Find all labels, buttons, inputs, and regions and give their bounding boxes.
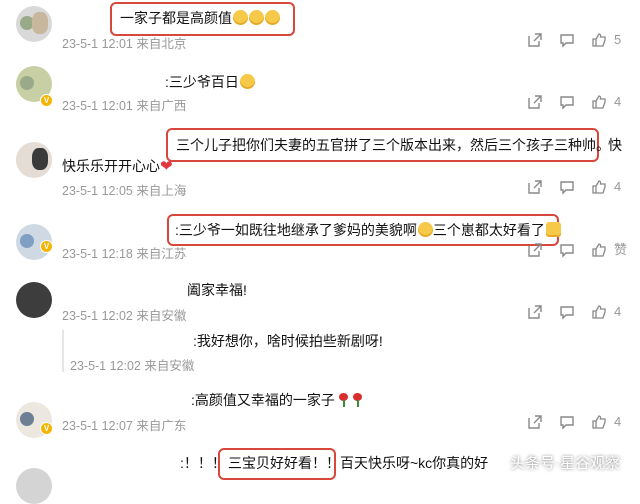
- share-icon[interactable]: [527, 304, 543, 320]
- thumbs-up-emoji-icon: [545, 222, 561, 237]
- smile-emoji-icon: [265, 10, 280, 25]
- verified-badge-icon: V: [40, 94, 53, 107]
- share-icon[interactable]: [527, 179, 543, 195]
- comment-icon[interactable]: [559, 242, 575, 258]
- comment-icon[interactable]: [559, 32, 575, 48]
- heart-eyes-emoji-icon: [417, 222, 433, 237]
- comment-text: :三少爷百日: [165, 72, 255, 92]
- comment-meta: 23-5-1 12:02 来自安徽: [62, 309, 187, 323]
- comment-text-suffix: 百天快乐呀~kc你真的好: [340, 455, 489, 471]
- like-count: 4: [614, 179, 622, 194]
- comment-meta: 23-5-1 12:01 来自北京: [62, 37, 187, 51]
- thumbs-up-icon[interactable]: [591, 414, 607, 430]
- rose-emoji-icon: [338, 393, 349, 407]
- comment-actions: 4: [527, 414, 637, 432]
- like-label: 赞: [614, 242, 628, 257]
- rose-emoji-icon: [352, 393, 363, 407]
- comment-text: 三宝贝好好看！！: [228, 455, 340, 471]
- thumbs-up-icon[interactable]: [591, 242, 607, 258]
- share-icon[interactable]: [527, 32, 543, 48]
- watermark: 头条号·星谷观察: [510, 455, 620, 472]
- thumbs-up-icon[interactable]: [591, 32, 607, 48]
- comment-meta: 23-5-1 12:05 来自上海: [62, 184, 187, 198]
- comment-actions: 赞: [527, 242, 637, 260]
- avatar[interactable]: [16, 468, 52, 504]
- share-icon[interactable]: [527, 414, 543, 430]
- thumbs-up-icon[interactable]: [591, 94, 607, 110]
- share-icon[interactable]: [527, 242, 543, 258]
- smile-emoji-icon: [233, 10, 248, 25]
- like-count: 4: [614, 94, 622, 109]
- smile-emoji-icon: [249, 10, 264, 25]
- comment-text: :三少爷一如既往地继承了爹妈的美貌啊 三个崽都太好看了: [175, 220, 561, 240]
- like-count: 4: [614, 414, 622, 429]
- comment-text: 阖家幸福!: [187, 282, 247, 298]
- comment-icon[interactable]: [559, 414, 575, 430]
- comment-actions: 4: [527, 304, 637, 322]
- comment-actions: 4: [527, 179, 637, 197]
- comment-actions: 4: [527, 94, 637, 112]
- comment-text-tail: 快: [608, 137, 622, 153]
- comment-text-line2: 快乐乐开开心心❤: [62, 158, 173, 175]
- comment-icon[interactable]: [559, 179, 575, 195]
- thumbs-up-icon[interactable]: [591, 304, 607, 320]
- verified-badge-icon: V: [40, 240, 53, 253]
- reply-text: :我好想你，啥时候拍些新剧呀!: [193, 333, 383, 349]
- comment-meta: 23-5-1 12:18 来自江苏: [62, 247, 187, 261]
- avatar[interactable]: [16, 282, 52, 318]
- comment-meta: 23-5-1 12:01 来自广西: [62, 99, 187, 113]
- avatar[interactable]: [16, 142, 52, 178]
- comment-text: 一家子都是高颜值: [120, 8, 280, 28]
- heart-icon: ❤: [160, 158, 173, 175]
- thumbs-up-icon[interactable]: [591, 179, 607, 195]
- share-icon[interactable]: [527, 94, 543, 110]
- comment-text: :高颜值又幸福的一家子: [191, 390, 363, 410]
- avatar[interactable]: [16, 6, 52, 42]
- reply-divider: [62, 330, 64, 372]
- verified-badge-icon: V: [40, 422, 53, 435]
- reply-meta: 23-5-1 12:02 来自安徽: [70, 359, 195, 373]
- comment-actions: 5: [527, 32, 637, 50]
- like-count: 4: [614, 304, 622, 319]
- emoji-icon: [239, 74, 255, 89]
- comment-meta: 23-5-1 12:07 来自广东: [62, 419, 187, 433]
- comment-text: 三个儿子把你们夫妻的五官拼了三个版本出来，然后三个孩子三种帅。: [176, 137, 610, 153]
- comment-icon[interactable]: [559, 304, 575, 320]
- comment-icon[interactable]: [559, 94, 575, 110]
- like-count: 5: [614, 32, 622, 47]
